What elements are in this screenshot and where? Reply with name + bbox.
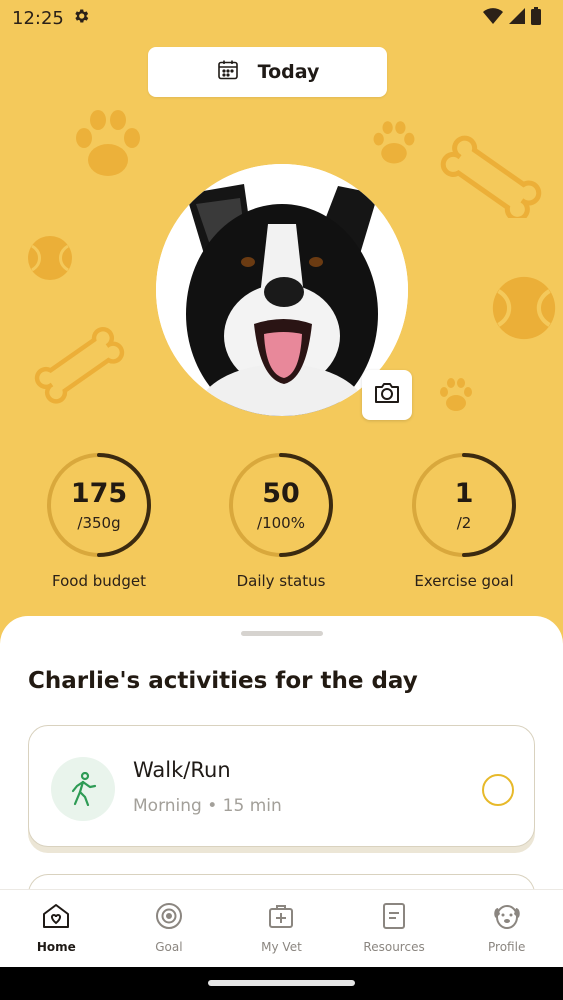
date-selector-label: Today [257,61,320,83]
stat-value: 50 [262,478,300,509]
document-icon [380,902,408,934]
progress-ring: 175 /350g [44,450,154,560]
status-right [483,7,541,29]
activity-title: Walk/Run [133,758,231,782]
paw-print-icon [373,121,415,164]
exercise-goal-stat[interactable]: 1 /2 Exercise goal [394,450,534,590]
nav-label: Profile [488,940,526,954]
nav-label: Resources [363,940,425,954]
stat-total: /350g [77,514,121,532]
progress-ring: 1 /2 [409,450,519,560]
bone-icon [440,135,542,218]
status-left: 12:25 [12,7,90,30]
bottom-navigation: Home Goal My Vet Resources Profile [0,889,563,967]
activity-complete-checkbox[interactable] [482,774,514,806]
activity-subtitle: Morning • 15 min [133,796,282,816]
nav-label: My Vet [261,940,302,954]
ball-icon [492,276,556,340]
status-bar: 12:25 [0,0,563,36]
food-budget-stat[interactable]: 175 /350g Food budget [29,450,169,590]
home-gesture-handle[interactable] [208,980,355,986]
home-heart-icon [41,902,71,934]
stat-caption: Daily status [236,572,326,590]
activity-card-walk[interactable]: Walk/Run Morning • 15 min [28,725,535,847]
progress-ring: 50 /100% [226,450,336,560]
nav-home[interactable]: Home [0,890,113,967]
bone-icon [34,327,125,404]
daily-status-stat[interactable]: 50 /100% Daily status [211,450,351,590]
battery-icon [531,7,541,29]
nav-label: Home [36,940,76,954]
signal-icon [509,7,525,29]
nav-profile[interactable]: Profile [450,890,563,967]
vet-kit-icon [267,902,295,934]
status-time: 12:25 [12,7,64,29]
stat-caption: Exercise goal [414,572,514,590]
dog-face-icon [492,902,522,934]
stat-total: /2 [456,514,472,532]
nav-resources[interactable]: Resources [338,890,451,967]
target-icon [155,902,183,934]
date-selector-button[interactable]: Today [148,47,387,97]
calendar-icon [216,58,240,86]
stat-value: 175 [70,478,128,509]
change-photo-button[interactable] [362,370,412,420]
nav-goal[interactable]: Goal [113,890,226,967]
wifi-icon [483,7,503,29]
stat-value: 1 [454,478,474,509]
sheet-drag-handle[interactable] [241,631,323,636]
daily-stats: 175 /350g Food budget 50 /100% Daily sta… [0,450,563,590]
activities-title: Charlie's activities for the day [28,668,418,694]
gear-icon [72,7,90,30]
ball-icon [28,236,72,280]
walk-icon [51,757,115,821]
stat-caption: Food budget [52,572,146,590]
stat-total: /100% [257,514,305,532]
paw-print-icon [76,110,140,176]
nav-my-vet[interactable]: My Vet [225,890,338,967]
nav-label: Goal [155,940,183,954]
camera-icon [373,381,401,409]
paw-print-icon [440,378,472,411]
